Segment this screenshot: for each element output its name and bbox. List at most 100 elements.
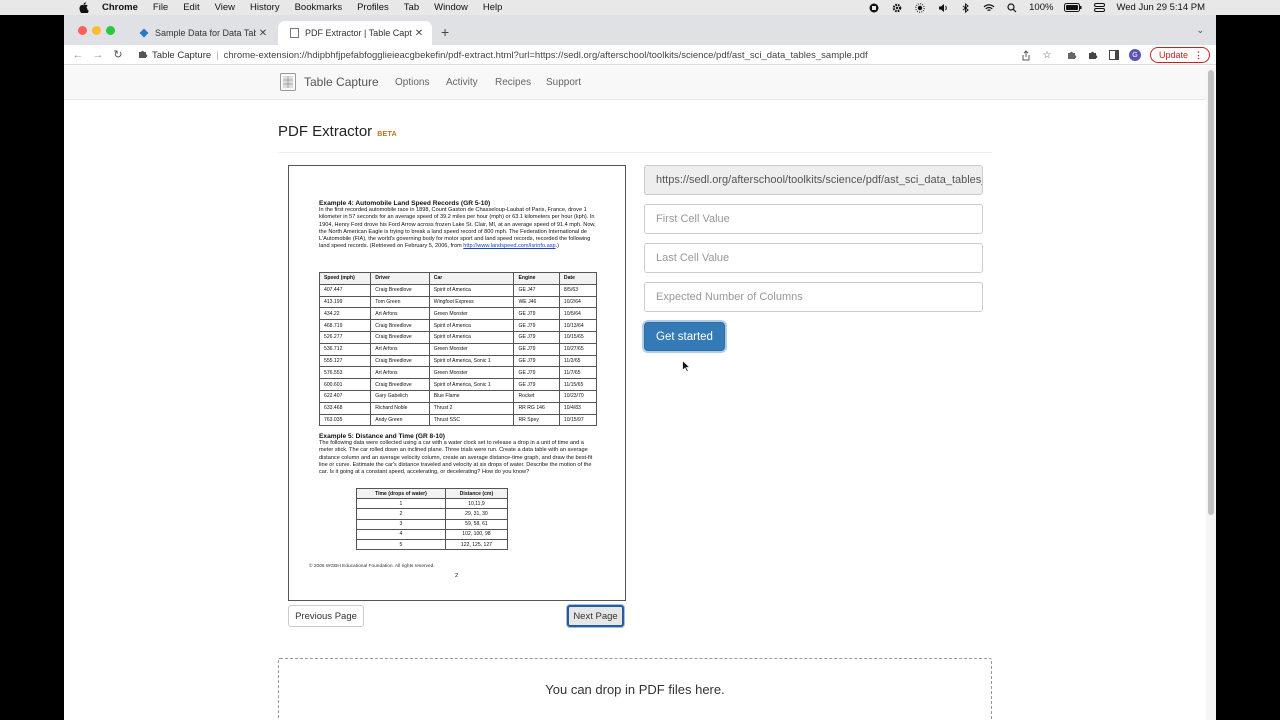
tab-search-chevron-icon[interactable]: ⌄: [1196, 25, 1204, 36]
table-cell: 1: [356, 498, 446, 510]
table-cell: RR Spey: [513, 413, 560, 427]
menu-app-name[interactable]: Chrome: [102, 2, 138, 13]
close-window-button[interactable]: [78, 26, 87, 35]
table-cell: 3: [356, 518, 446, 530]
column-header: Distance (cm): [444, 487, 509, 500]
bluetooth-icon[interactable]: [960, 2, 972, 13]
mouse-cursor-icon: [682, 360, 690, 372]
update-button[interactable]: Update ⋮: [1149, 47, 1210, 63]
table-header-row: Time (drops of water) Distance (cm): [356, 487, 509, 500]
menu-window[interactable]: Window: [434, 2, 468, 13]
reload-icon[interactable]: ↻: [108, 46, 128, 64]
table-cell: Craig Breedlove: [370, 319, 430, 332]
apple-icon[interactable]: [78, 2, 90, 13]
page-heading: PDF Extractor BETA: [278, 123, 397, 140]
table-cell: 600.601: [318, 378, 372, 391]
table-row: 4 102, 100, 98: [356, 528, 509, 540]
menu-file[interactable]: File: [153, 2, 168, 13]
table-cell: 59, 58, 61: [444, 518, 509, 530]
gear-icon[interactable]: [891, 3, 903, 13]
table-cell: 10/15/65: [558, 330, 598, 344]
tab-sample-data[interactable]: Sample Data for Data Tables ✕: [128, 21, 276, 45]
table-cell: Spirit of America: [428, 283, 515, 297]
heading-divider: [278, 152, 992, 153]
menu-edit[interactable]: Edit: [183, 2, 199, 13]
menu-history[interactable]: History: [250, 2, 280, 13]
record-icon[interactable]: [868, 3, 880, 13]
table-cell: Art Arfons: [370, 366, 430, 380]
table-cell: Craig Breedlove: [370, 378, 430, 391]
update-label: Update: [1158, 50, 1188, 60]
brightness-icon[interactable]: [914, 2, 926, 13]
next-page-button[interactable]: Next Page: [567, 605, 624, 627]
table-cell: 10/13/64: [558, 319, 598, 332]
beta-badge: BETA: [377, 131, 397, 138]
column-header: Engine: [513, 272, 560, 285]
menu-profiles[interactable]: Profiles: [357, 2, 389, 13]
expected-columns-input[interactable]: Expected Number of Columns: [644, 282, 983, 312]
tab-title: PDF Extractor | Table Capture: [305, 28, 412, 38]
table-cell: GE J79: [513, 319, 560, 332]
wifi-icon[interactable]: [983, 3, 995, 13]
menu-view[interactable]: View: [215, 2, 235, 13]
table-cell: 536.712: [318, 342, 372, 356]
address-bar[interactable]: Table Capture | chrome-extension://hdipb…: [138, 46, 1038, 64]
control-center-icon[interactable]: [1093, 3, 1105, 13]
tab-pdf-extractor[interactable]: PDF Extractor | Table Capture ✕: [278, 21, 432, 45]
table-row: 576.553 Art Arfons Green Monster GE J79 11/7…: [318, 366, 598, 380]
table-cell: 8/5/63: [558, 283, 598, 297]
menu-tab[interactable]: Tab: [404, 2, 419, 13]
column-header: Speed (mph): [318, 272, 372, 285]
table-cell: Andy Green: [370, 413, 430, 427]
kebab-menu-icon: ⋮: [1194, 49, 1203, 60]
menu-help[interactable]: Help: [483, 2, 503, 13]
table-cell: GE J79: [513, 307, 560, 321]
volume-icon[interactable]: [937, 3, 949, 13]
table-row: 600.601 Craig Breedlove Spirit of America,…: [318, 378, 598, 391]
forward-arrow-icon[interactable]: →: [88, 46, 108, 64]
nav-support[interactable]: Support: [546, 77, 581, 88]
nav-options[interactable]: Options: [395, 77, 429, 88]
get-started-button[interactable]: Get started: [644, 322, 725, 351]
table-cell: 633.468: [318, 401, 372, 415]
page-favicon-icon: [289, 28, 299, 38]
previous-page-button[interactable]: Previous Page: [288, 605, 364, 627]
url-text[interactable]: chrome-extension://hdipbhfjpefabfoggliei…: [224, 50, 868, 61]
first-cell-input[interactable]: First Cell Value: [644, 204, 983, 234]
tab-strip: Sample Data for Data Tables ✕ PDF Extrac…: [64, 15, 1216, 45]
share-icon[interactable]: [1020, 49, 1032, 61]
scrollbar-thumb[interactable]: [1208, 70, 1214, 515]
pdf-url-input[interactable]: https://sedl.org/afterschool/toolkits/sc…: [644, 165, 983, 195]
brand-link[interactable]: Table Capture: [280, 73, 379, 91]
zoom-window-button[interactable]: [106, 26, 115, 35]
nav-recipes[interactable]: Recipes: [495, 77, 531, 88]
close-tab-icon[interactable]: ✕: [256, 28, 270, 39]
landspeed-link[interactable]: http://www.landspeed.com/lsrinfo.asp: [463, 243, 555, 249]
search-icon[interactable]: [1006, 2, 1018, 13]
table-cell: GE J79: [513, 330, 560, 344]
table-cell: RR RG 146: [513, 401, 560, 415]
side-panel-icon[interactable]: [1108, 49, 1120, 61]
bookmark-star-icon[interactable]: ☆: [1041, 49, 1053, 61]
menubar-clock[interactable]: Wed Jun 29 5:14 PM: [1116, 2, 1205, 13]
column-header: Time (drops of water): [356, 487, 446, 500]
pdf-page-preview[interactable]: Example 4: Automobile Land Speed Records…: [288, 165, 626, 601]
extensions-puzzle-icon[interactable]: [1087, 49, 1099, 61]
new-tab-plus-icon[interactable]: +: [441, 24, 449, 40]
battery-icon[interactable]: [1064, 3, 1082, 13]
table-row: 555.127 Craig Breedlove Spirit of America,…: [318, 354, 598, 368]
table-capture-extension-icon[interactable]: [1066, 49, 1078, 61]
minimize-window-button[interactable]: [92, 26, 101, 35]
profile-avatar[interactable]: G: [1128, 49, 1141, 61]
last-cell-input[interactable]: Last Cell Value: [644, 243, 983, 273]
table-cell: 5: [356, 538, 446, 551]
land-speed-table: Speed (mph) Driver Car Engine Date 407.447 Cr…: [318, 272, 598, 427]
nav-activity[interactable]: Activity: [446, 77, 478, 88]
example-5-heading: Example 5: Distance and Time (GR 8-10): [319, 433, 445, 440]
pdf-copyright: © 2006 WGBH Educational Foundation. All …: [309, 564, 435, 569]
page-scrollbar[interactable]: [1206, 66, 1216, 720]
back-arrow-icon[interactable]: ←: [68, 46, 88, 64]
pdf-drop-zone[interactable]: You can drop in PDF files here.: [278, 658, 992, 720]
menu-bookmarks[interactable]: Bookmarks: [295, 2, 343, 13]
close-tab-icon[interactable]: ✕: [412, 28, 426, 39]
